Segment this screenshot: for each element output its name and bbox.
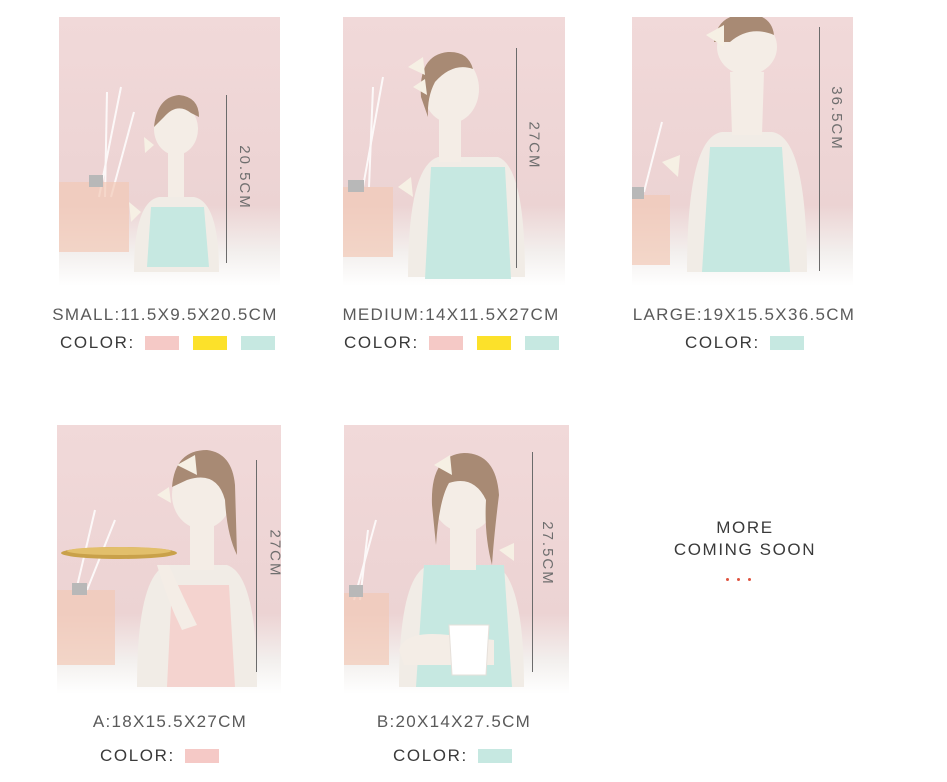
height-dimension-label: 27CM: [266, 529, 284, 578]
dot: [726, 578, 729, 581]
color-options: COLOR:: [60, 333, 289, 353]
color-label: COLOR:: [393, 746, 468, 765]
color-swatch-mint[interactable]: [524, 336, 559, 350]
color-options: COLOR:: [685, 333, 818, 353]
coming-soon-text: MORE COMING SOON: [650, 517, 840, 561]
figurine-illustration: [57, 450, 257, 687]
color-options: COLOR:: [393, 746, 526, 766]
product-photo[interactable]: [344, 425, 569, 694]
top: [425, 167, 511, 279]
color-label: COLOR:: [685, 333, 760, 352]
coming-soon-line1: MORE: [716, 518, 774, 537]
size-label: B:20X14X27.5CM: [376, 712, 532, 731]
height-dimension-line: [819, 27, 820, 271]
ellipsis-icon: [726, 578, 751, 581]
dot: [748, 578, 751, 581]
color-label: COLOR:: [344, 333, 419, 352]
top: [147, 207, 209, 267]
height-dimension-line: [256, 460, 257, 672]
color-swatch-yellow[interactable]: [476, 336, 511, 350]
color-swatch-pink[interactable]: [144, 336, 179, 350]
height-dimension-label: 27CM: [525, 121, 543, 170]
height-dimension-line: [516, 48, 517, 268]
top: [702, 147, 790, 272]
color-swatch-mint[interactable]: [477, 749, 512, 763]
color-options: COLOR:: [100, 746, 233, 766]
color-swatch-yellow[interactable]: [192, 336, 227, 350]
color-swatch-pink[interactable]: [428, 336, 463, 350]
size-label: LARGE:19X15.5X36.5CM: [632, 305, 856, 324]
color-swatch-pink[interactable]: [184, 749, 219, 763]
dot: [737, 578, 740, 581]
size-label: A:18X15.5X27CM: [92, 712, 248, 731]
height-dimension-label: 36.5CM: [827, 86, 845, 151]
color-swatch-mint[interactable]: [240, 336, 275, 350]
color-swatch-mint[interactable]: [769, 336, 804, 350]
coming-soon-line2: COMING SOON: [673, 540, 817, 559]
size-label: MEDIUM:14X11.5X27CM: [342, 305, 560, 324]
size-label: SMALL:11.5X9.5X20.5CM: [52, 305, 278, 324]
color-options: COLOR:: [344, 333, 573, 353]
color-label: COLOR:: [100, 746, 175, 765]
color-label: COLOR:: [60, 333, 135, 352]
height-dimension-label: 20.5CM: [235, 145, 253, 210]
height-dimension-line: [226, 95, 227, 263]
height-dimension-label: 27.5CM: [538, 521, 556, 586]
figurine-illustration: [344, 453, 524, 687]
height-dimension-line: [532, 452, 533, 672]
product-photo[interactable]: [57, 425, 281, 694]
